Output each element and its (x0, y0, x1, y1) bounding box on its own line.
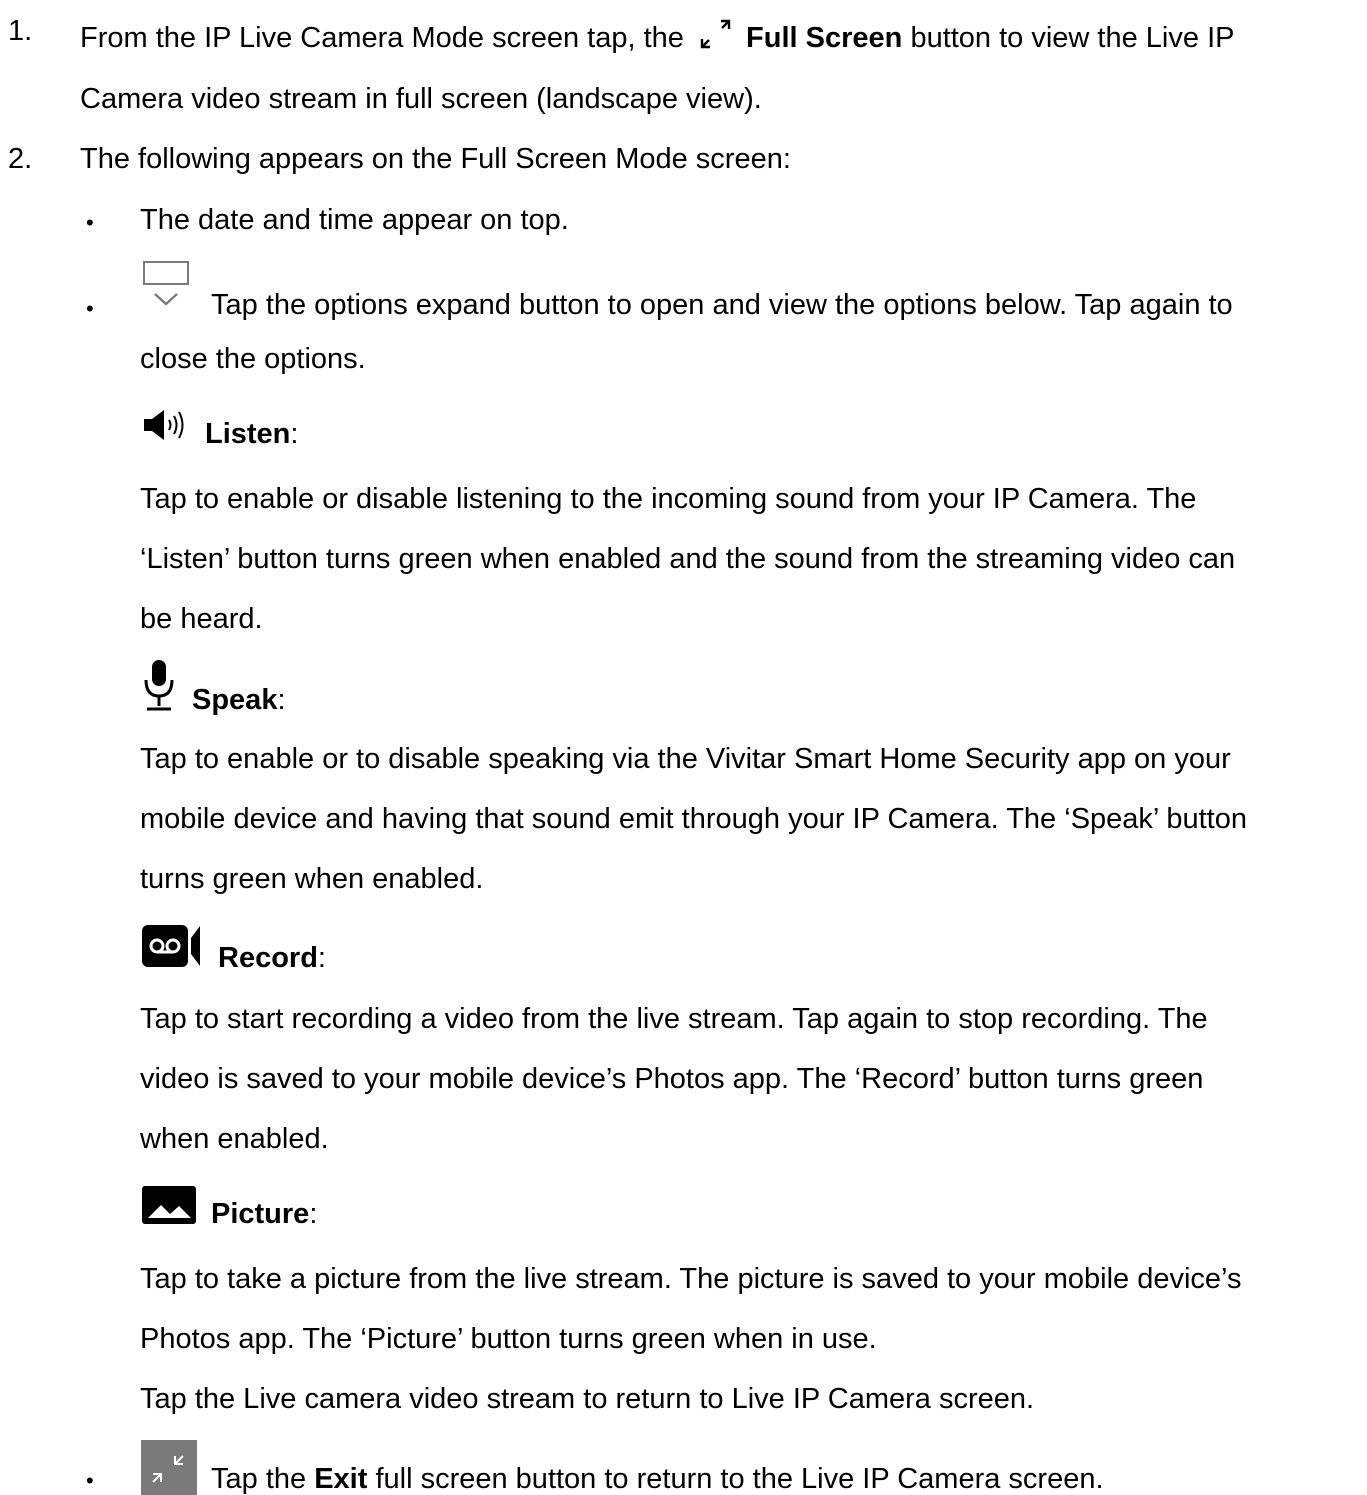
speak-desc-line: turns green when enabled. (140, 863, 484, 895)
listen-heading: Listen: (205, 420, 298, 449)
listen-desc-line: Tap to enable or disable listening to th… (140, 483, 1197, 515)
speak-desc-line: Tap to enable or to disable speaking via… (140, 743, 1231, 775)
picture-heading: Picture: (211, 1200, 317, 1229)
record-heading: Record: (218, 944, 326, 973)
picture-desc-line: Tap the Live camera video stream to retu… (140, 1383, 1035, 1415)
step-2-text: The following appears on the Full Screen… (80, 143, 791, 175)
collapse-arrows-icon (141, 1440, 197, 1495)
picture-title: Picture (211, 1198, 310, 1230)
bullet: • (86, 210, 94, 235)
picture-desc-line: Tap to take a picture from the live stre… (140, 1263, 1242, 1295)
step-1-line-2: Camera video stream in full screen (land… (80, 83, 762, 115)
step-1-line-1: From the IP Live Camera Mode screen tap,… (80, 17, 1234, 53)
record-title: Record (218, 942, 318, 974)
exit-label: Exit (314, 1463, 368, 1495)
microphone-icon (142, 658, 176, 714)
exit-text-after: full screen button to return to the Live… (375, 1463, 1104, 1495)
options-expand-line-2: close the options. (140, 343, 366, 375)
step-1-text-before: From the IP Live Camera Mode screen tap,… (80, 22, 684, 54)
screen-chevron-down-icon (141, 260, 193, 314)
speak-heading: Speak: (192, 686, 286, 715)
record-desc-line: Tap to start recording a video from the … (140, 1003, 1208, 1035)
speak-desc-line: mobile device and having that sound emit… (140, 803, 1247, 835)
date-time-text: The date and time appear on top. (140, 204, 569, 236)
video-record-icon (141, 924, 203, 970)
colon: : (317, 942, 326, 974)
expand-arrows-icon (696, 17, 734, 51)
options-expand-line-1: Tap the options expand button to open an… (211, 289, 1233, 321)
full-screen-label: Full Screen (746, 22, 903, 54)
bullet: • (86, 1468, 94, 1493)
exit-text: Tap the Exit full screen button to retur… (211, 1465, 1104, 1494)
speak-title: Speak (192, 684, 278, 716)
picture-desc-line: Photos app. The ‘Picture’ button turns g… (140, 1323, 877, 1355)
record-desc-line: video is saved to your mobile device’s P… (140, 1063, 1204, 1095)
colon: : (309, 1198, 318, 1230)
step-number: 1. (8, 15, 33, 47)
listen-title: Listen (205, 418, 291, 450)
listen-desc-line: be heard. (140, 603, 263, 635)
colon: : (290, 418, 299, 450)
bullet: • (86, 296, 94, 321)
colon: : (277, 684, 286, 716)
step-1-text-after: button to view the Live IP (910, 22, 1235, 54)
listen-desc-line: ‘Listen’ button turns green when enabled… (140, 543, 1236, 575)
step-number: 2. (8, 143, 33, 175)
record-desc-line: when enabled. (140, 1123, 329, 1155)
exit-text-before: Tap the (211, 1463, 307, 1495)
picture-icon (141, 1185, 197, 1225)
speaker-icon (142, 408, 190, 442)
